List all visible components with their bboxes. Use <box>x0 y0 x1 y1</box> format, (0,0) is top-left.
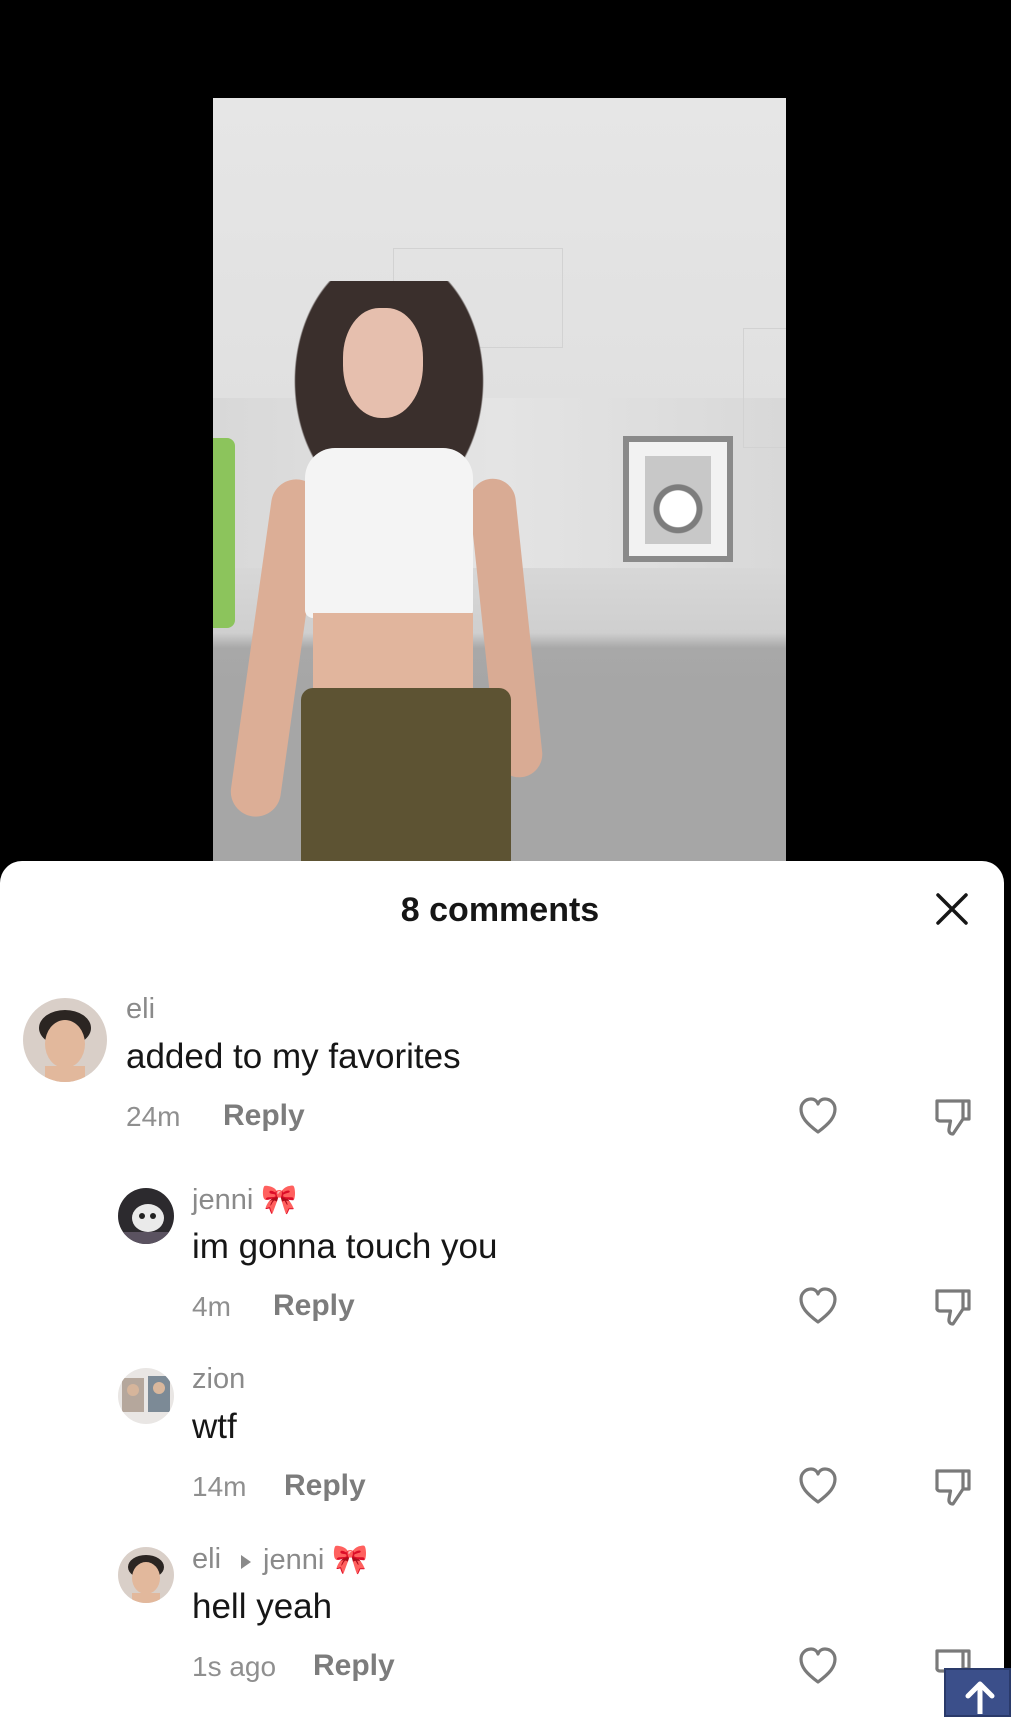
comment-username[interactable]: zion <box>192 1363 245 1396</box>
heart-icon[interactable] <box>798 1287 838 1325</box>
avatar[interactable] <box>118 1368 174 1424</box>
video-player[interactable] <box>213 98 786 862</box>
reply-button[interactable]: Reply <box>313 1649 395 1683</box>
reply-button[interactable]: Reply <box>223 1099 305 1133</box>
app-screen: 8 comments eli added to my favorites 24m… <box>0 0 1011 1717</box>
reply-to-username[interactable]: jenni 🎀 <box>263 1543 368 1577</box>
comment-text: im gonna touch you <box>192 1227 498 1266</box>
comment-timestamp: 4m <box>192 1291 231 1322</box>
reply-button[interactable]: Reply <box>284 1469 366 1503</box>
wall-tile <box>743 328 786 448</box>
comment-username[interactable]: jenni 🎀 <box>192 1183 297 1217</box>
comment-timestamp: 1s ago <box>192 1651 277 1682</box>
comment-text: wtf <box>192 1407 237 1446</box>
person-waist <box>313 613 473 693</box>
comment-item: eli jenni 🎀 hell yeah 1s ago Reply <box>0 861 1004 1686</box>
thumbs-down-icon[interactable] <box>933 1287 973 1327</box>
thumbs-down-icon[interactable] <box>933 1467 973 1507</box>
heart-icon[interactable] <box>798 1467 838 1505</box>
comment-text: hell yeah <box>192 1587 333 1626</box>
thumbs-down-icon[interactable] <box>933 1097 973 1137</box>
scroll-to-top-button[interactable] <box>944 1668 1011 1717</box>
comment-timestamp: 14m <box>192 1471 247 1502</box>
towel <box>213 438 235 628</box>
arrow-up-icon <box>965 1681 995 1714</box>
person-top <box>305 448 473 618</box>
comment-timestamp: 24m <box>126 1101 181 1132</box>
reply-button[interactable]: Reply <box>273 1289 355 1323</box>
avatar[interactable] <box>118 1188 174 1244</box>
comment-text: added to my favorites <box>126 1037 461 1076</box>
person-face <box>343 308 423 418</box>
comment-username[interactable]: eli <box>192 1543 221 1576</box>
avatar[interactable] <box>118 1547 174 1603</box>
heart-icon[interactable] <box>798 1647 838 1685</box>
person-pants <box>301 688 511 862</box>
comments-sheet: 8 comments eli added to my favorites 24m… <box>0 861 1004 1717</box>
wall-picture <box>623 436 733 562</box>
heart-icon[interactable] <box>798 1097 838 1135</box>
caret-right-icon <box>241 1555 251 1569</box>
